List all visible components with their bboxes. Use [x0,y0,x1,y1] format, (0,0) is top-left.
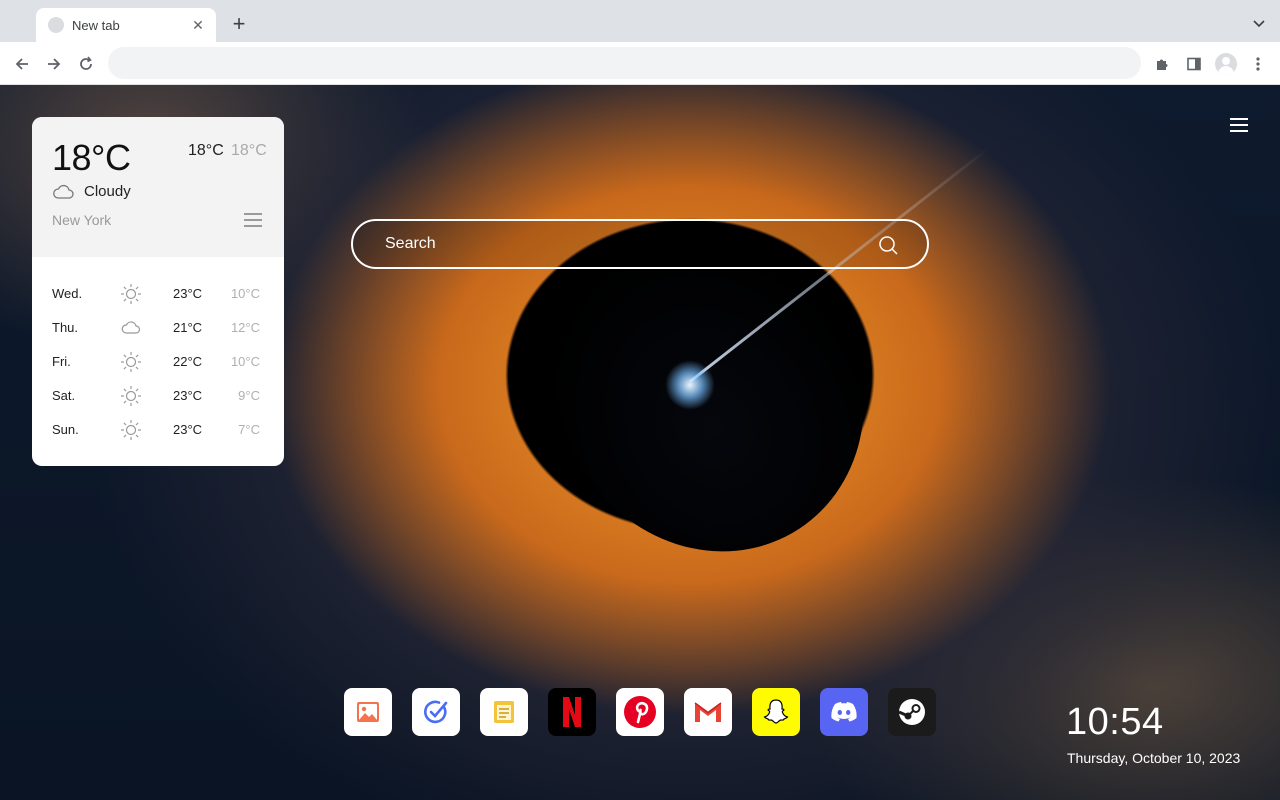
steam-app-button[interactable] [888,688,936,736]
forecast-row: Wed. 23°C 10°C [32,277,284,311]
hamburger-menu-icon[interactable] [1228,117,1250,135]
forecast-low: 7°C [238,422,260,437]
sun-icon [121,420,141,440]
star-glow-decoration [665,360,715,410]
more-vertical-icon[interactable] [1245,51,1271,77]
forecast-row: Sat. 23°C 9°C [32,379,284,413]
search-bar [351,219,929,269]
forecast-high: 22°C [173,354,203,369]
sun-icon [121,386,141,406]
image-icon [357,702,379,722]
tasks-app-button[interactable] [412,688,460,736]
forecast-low: 9°C [238,388,260,403]
new-tab-button[interactable]: + [226,10,252,38]
netflix-icon [563,697,581,727]
tab-new-tab[interactable]: New tab ✕ [36,8,216,42]
new-tab-page: 18°C 18°C 18°C Cloudy New York Wed. 23°C… [0,85,1280,800]
low-temperature: 18°C [231,142,267,159]
snapchat-icon [763,699,789,724]
weather-current: 18°C 18°C 18°C Cloudy New York [32,117,284,257]
forecast-row: Fri. 22°C 10°C [32,345,284,379]
netflix-app-button[interactable] [548,688,596,736]
forecast-low: 10°C [230,354,260,369]
forecast-high: 21°C [173,320,203,335]
notes-app-button[interactable] [480,688,528,736]
check-circle-icon [424,700,448,724]
discord-app-button[interactable] [820,688,868,736]
forecast-day: Thu. [52,320,79,335]
cloud-icon [121,321,141,334]
search-icon[interactable] [877,234,899,256]
side-panel-icon[interactable] [1181,51,1207,77]
avatar [1215,53,1237,75]
search-input[interactable] [383,221,863,267]
forward-arrow-icon[interactable] [42,52,66,76]
forecast-day: Sun. [52,422,79,437]
cloud-icon [53,184,74,199]
browser-toolbar [0,42,1280,85]
forecast-day: Fri. [52,354,71,369]
forecast-row: Sun. 23°C 7°C [32,413,284,447]
clock-time: 10:54 [1066,701,1164,743]
forecast-row: Thu. 21°C 12°C [32,311,284,345]
current-temperature: 18°C [52,137,131,178]
reload-icon[interactable] [74,52,98,76]
notes-icon [494,701,514,723]
tab-strip: New tab ✕ + [0,0,1280,42]
tab-favicon-icon [48,17,64,33]
app-shortcuts-dock [344,688,956,736]
forecast-high: 23°C [173,388,203,403]
steam-icon [898,699,925,725]
gmail-app-button[interactable] [684,688,732,736]
profile-avatar-icon[interactable] [1213,51,1239,77]
forecast-day: Sat. [52,388,76,403]
snapchat-app-button[interactable] [752,688,800,736]
gmail-icon [694,702,722,722]
forecast-low: 12°C [230,320,260,335]
forecast-list-icon[interactable] [244,213,262,228]
address-bar-input[interactable] [108,47,1141,79]
photos-app-button[interactable] [344,688,392,736]
discord-icon [831,702,857,722]
weather-widget: 18°C 18°C 18°C Cloudy New York Wed. 23°C… [32,117,284,466]
forecast-low: 10°C [230,286,260,301]
forecast-high: 23°C [173,422,203,437]
high-temperature: 18°C [188,142,224,159]
condition-text: Cloudy [84,183,131,200]
city-name: New York [52,212,112,228]
pinterest-icon [624,696,656,728]
tab-search-chevron-icon[interactable] [1248,12,1270,34]
back-arrow-icon[interactable] [10,52,34,76]
tab-title: New tab [72,17,120,33]
weather-condition: Cloudy [52,183,131,200]
sun-icon [121,284,141,304]
extensions-puzzle-icon[interactable] [1149,51,1175,77]
sun-icon [121,352,141,372]
pinterest-app-button[interactable] [616,688,664,736]
tab-close-icon[interactable]: ✕ [190,17,206,34]
forecast-day: Wed. [52,286,83,301]
clock-date: Thursday, October 10, 2023 [1067,750,1241,766]
forecast-high: 23°C [173,286,203,301]
